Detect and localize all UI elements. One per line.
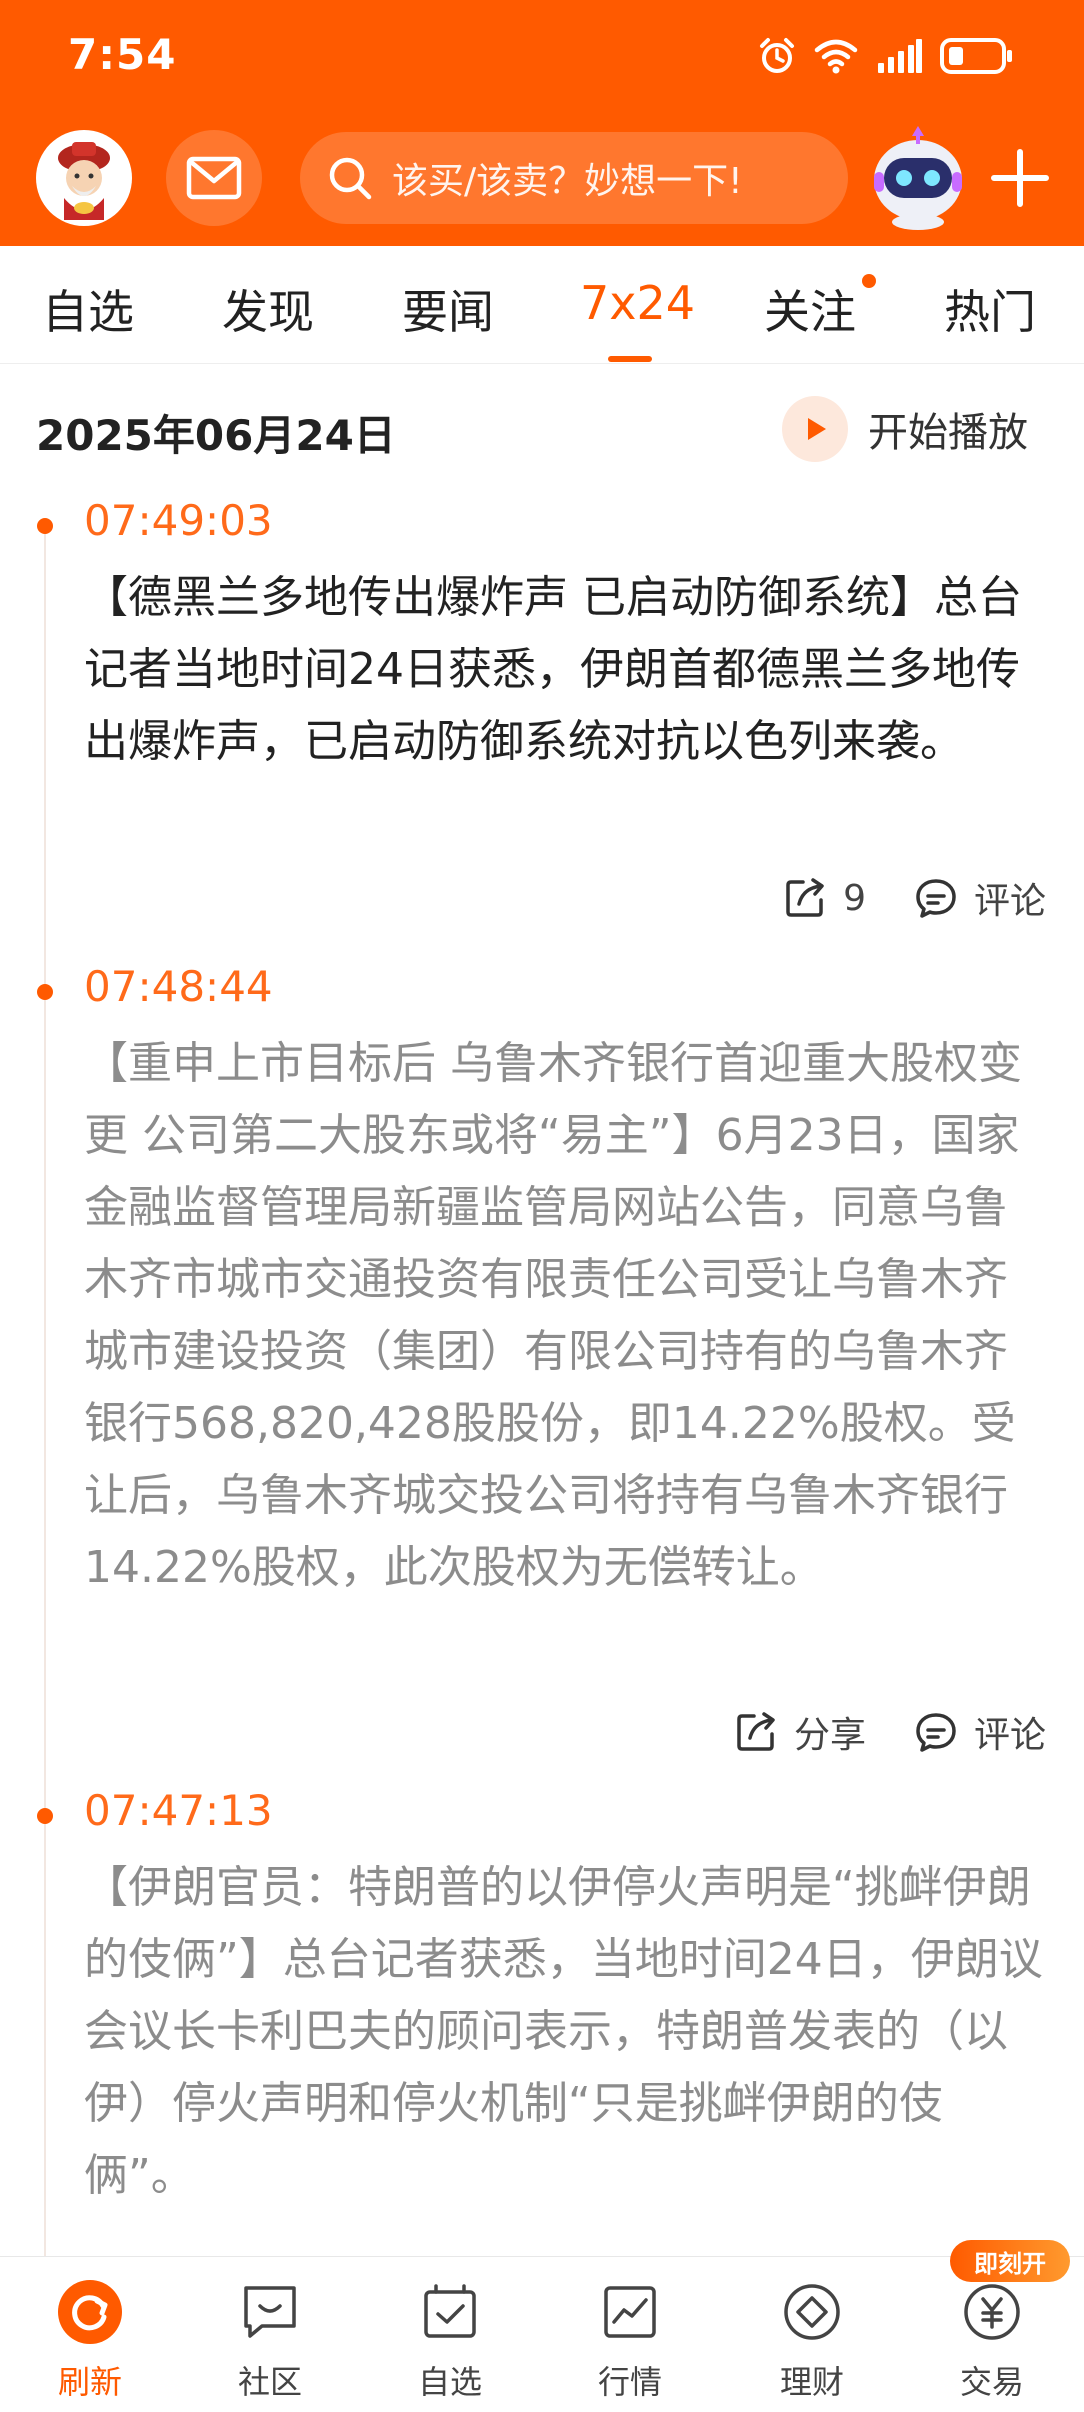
- timeline-dot: [37, 1808, 53, 1824]
- wifi-icon: [814, 39, 858, 74]
- nav-finance[interactable]: 理财: [752, 2279, 872, 2403]
- nav-refresh[interactable]: 刷新: [30, 2279, 150, 2403]
- comment-icon: [916, 1713, 956, 1752]
- news-actions: 分享 评论: [734, 1706, 1046, 1758]
- date-row: 2025年06月24日 开始播放: [0, 364, 1084, 494]
- news-time: 07:47:13: [84, 1786, 273, 1835]
- active-tab-indicator: [608, 356, 652, 362]
- share-button[interactable]: 分享: [734, 1706, 866, 1758]
- mail-button[interactable]: [166, 130, 262, 226]
- bottom-navigation: 刷新 社区 自选 行情 理财 交易: [0, 2256, 1084, 2412]
- news-body: 【伊朗官员：特朗普的以伊停火声明是“挑衅伊朗的伎俩”】总台记者获悉，当地时间24…: [84, 1862, 1043, 2201]
- nav-label: 社区: [237, 2363, 302, 2401]
- search-input[interactable]: 该买/该卖？妙想一下!: [300, 132, 848, 224]
- app-header: 7:54 该买/该卖？妙想一下!: [0, 0, 1084, 246]
- tab-7x24[interactable]: 7x24: [580, 276, 695, 330]
- instant-open-badge[interactable]: 即刻开: [950, 2240, 1070, 2282]
- tab-headlines[interactable]: 要闻: [402, 276, 494, 342]
- date-label: 2025年06月24日: [36, 411, 396, 460]
- finance-icon: [779, 2279, 845, 2345]
- refresh-icon: [57, 2279, 123, 2345]
- tab-discover[interactable]: 发现: [222, 276, 314, 342]
- play-icon: [782, 396, 848, 462]
- news-body: 【德黑兰多地传出爆炸声 已启动防御系统】总台记者当地时间24日获悉，伊朗首都德黑…: [84, 572, 1022, 767]
- trade-icon: [959, 2279, 1025, 2345]
- battery-icon: [940, 38, 1012, 74]
- alarm-icon: [760, 38, 794, 73]
- start-playback-label: 开始播放: [868, 410, 1028, 456]
- start-playback-button[interactable]: 开始播放: [782, 396, 1028, 462]
- following-notification-dot: [862, 274, 876, 288]
- watchlist-icon: [417, 2279, 483, 2345]
- nav-market[interactable]: 行情: [570, 2279, 690, 2403]
- mail-icon: [186, 156, 242, 200]
- news-time: 07:48:44: [84, 962, 273, 1011]
- community-icon: [237, 2279, 303, 2345]
- news-time: 07:49:03: [84, 496, 273, 545]
- nav-label: 行情: [597, 2363, 662, 2401]
- add-icon[interactable]: [988, 146, 1052, 210]
- status-bar: 7:54: [0, 0, 1084, 110]
- share-count: 9: [843, 877, 866, 919]
- timeline-line: [44, 520, 46, 2260]
- top-bar: 该买/该卖？妙想一下!: [0, 126, 1084, 230]
- avatar[interactable]: [36, 130, 132, 226]
- share-icon: [737, 1712, 775, 1751]
- share-label: 分享: [793, 1715, 866, 1756]
- ai-robot-icon[interactable]: [866, 122, 970, 232]
- tab-watchlist[interactable]: 自选: [42, 276, 134, 342]
- comment-label: 评论: [973, 881, 1046, 922]
- share-icon: [786, 878, 824, 917]
- search-icon: [329, 157, 372, 200]
- nav-community[interactable]: 社区: [210, 2279, 330, 2403]
- nav-watchlist[interactable]: 自选: [390, 2279, 510, 2403]
- comment-label: 评论: [973, 1715, 1046, 1756]
- news-actions: 9 评论: [783, 872, 1046, 924]
- category-tabs: 自选 发现 要闻 7x24 关注 热门: [0, 246, 1084, 364]
- market-icon: [597, 2279, 663, 2345]
- search-placeholder: 该买/该卖？妙想一下!: [392, 161, 743, 202]
- nav-label: 刷新: [57, 2363, 122, 2401]
- nav-trade[interactable]: 交易: [932, 2279, 1052, 2403]
- news-body: 【重申上市目标后 乌鲁木齐银行首迎重大股权变更 公司第二大股东或将“易主”】6月…: [84, 1038, 1022, 1593]
- signal-icon: [878, 39, 922, 73]
- share-button[interactable]: 9: [783, 876, 866, 920]
- fortune-god-avatar-icon: [58, 142, 110, 220]
- status-icons: [758, 34, 1014, 78]
- comment-icon: [916, 879, 956, 918]
- comment-button[interactable]: 评论: [914, 1706, 1046, 1758]
- nav-label: 理财: [779, 2363, 844, 2401]
- nav-label: 自选: [417, 2363, 482, 2401]
- tab-hot[interactable]: 热门: [944, 276, 1036, 342]
- nav-label: 交易: [959, 2363, 1024, 2401]
- timeline-dot: [37, 518, 53, 534]
- comment-button[interactable]: 评论: [914, 872, 1046, 924]
- tab-following[interactable]: 关注: [764, 276, 856, 342]
- status-time: 7:54: [68, 30, 177, 79]
- timeline-dot: [37, 984, 53, 1000]
